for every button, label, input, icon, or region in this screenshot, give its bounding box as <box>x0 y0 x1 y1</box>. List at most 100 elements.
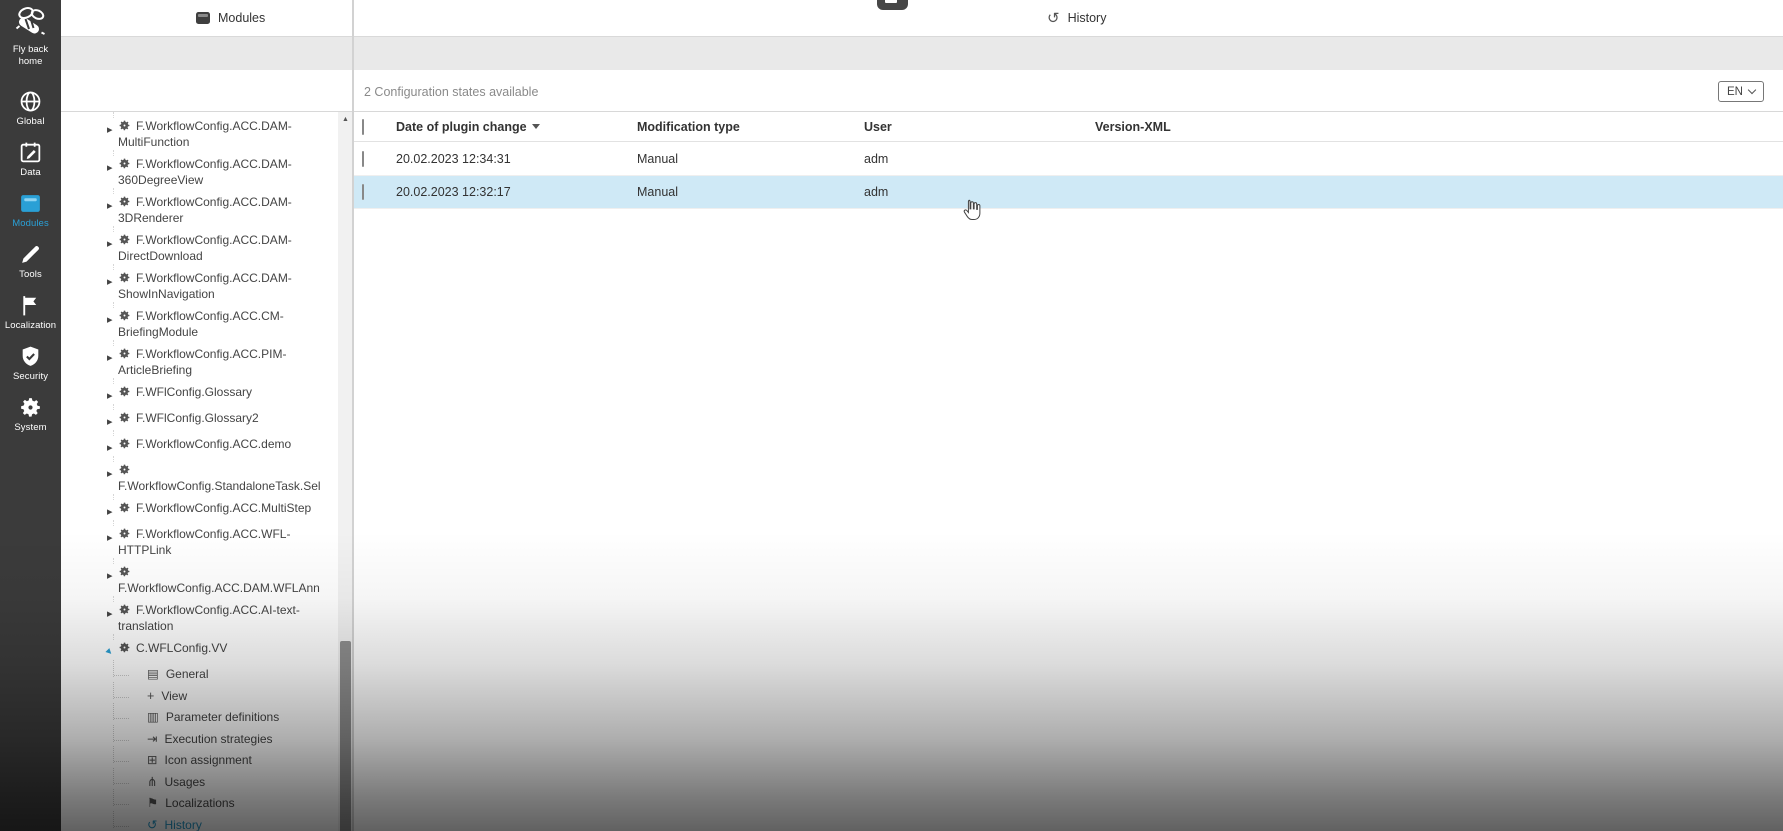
tree-item[interactable]: F.WorkflowConfig.ACC.DAM- MultiFunction <box>61 112 354 150</box>
tree-scrollbar[interactable]: ▲ <box>338 112 353 831</box>
tree-toggle-icon[interactable] <box>107 641 118 660</box>
tree-toggle-icon[interactable] <box>107 157 118 188</box>
language-selector[interactable]: EN <box>1718 81 1764 102</box>
tree-item-label: F.WFlConfig.Glossary <box>118 385 320 404</box>
tree-toggle-icon[interactable] <box>107 463 118 494</box>
tree-item[interactable]: F.WorkflowConfig.ACC.DAM- DirectDownload <box>61 226 354 264</box>
home-button[interactable]: Fly back home <box>12 5 50 68</box>
tree-item[interactable]: + View <box>61 681 354 704</box>
tree-toggle-icon[interactable] <box>107 501 118 520</box>
tree-item[interactable]: ⇥ Execution strategies <box>61 724 354 747</box>
tree-item[interactable]: ⊞ Icon assignment <box>61 746 354 768</box>
tree-item[interactable]: ⚑ Localizations <box>61 789 354 811</box>
column-header-user[interactable]: User <box>864 120 1095 134</box>
scroll-up-icon[interactable]: ▲ <box>338 116 353 123</box>
tree-item-label: ▥ Parameter definitions <box>147 710 280 724</box>
tree-item[interactable]: ▥ Parameter definitions <box>61 703 354 725</box>
column-header-version[interactable]: Version-XML <box>1095 120 1783 134</box>
tree-toggle-icon[interactable] <box>136 753 147 768</box>
sidebar-item-tools[interactable]: Tools <box>0 241 61 280</box>
sidebar: Fly back home Global Data Modules Tools … <box>0 0 61 831</box>
sidebar-label-modules: Modules <box>12 218 49 229</box>
tree-toggle-icon[interactable] <box>107 119 118 150</box>
bee-logo-icon <box>12 7 50 41</box>
tree-toggle-icon[interactable] <box>107 195 118 226</box>
row-checkbox[interactable] <box>362 150 364 167</box>
tree-item[interactable]: ▤ General <box>61 660 354 682</box>
tree-item-label: F.WorkflowConfig.ACC.demo <box>118 437 320 456</box>
tree-item-label: ↺ History <box>147 817 202 831</box>
sidebar-item-data[interactable]: Data <box>0 139 61 178</box>
gear-icon <box>118 411 131 424</box>
tree-toggle-icon[interactable] <box>136 667 147 682</box>
row-checkbox[interactable] <box>362 184 364 200</box>
sidebar-label-data: Data <box>20 167 41 178</box>
tree-toggle-icon[interactable] <box>107 565 118 596</box>
sidebar-item-modules[interactable]: Modules <box>0 190 61 229</box>
gear-icon <box>118 309 131 322</box>
tree-item[interactable]: F.WFlConfig.Glossary2 <box>61 404 354 430</box>
tree-toggle-icon[interactable] <box>107 347 118 378</box>
tree-toggle-icon[interactable] <box>107 309 118 340</box>
tree-item[interactable]: C.WFLConfig.VV <box>61 634 354 660</box>
tree-toggle-icon[interactable] <box>136 817 147 831</box>
tree-item[interactable]: ⋔ Usages <box>61 767 354 790</box>
tree-toggle-icon[interactable] <box>107 271 118 302</box>
tab-modules[interactable]: Modules <box>196 0 265 36</box>
tree-toggle-icon[interactable] <box>136 731 147 747</box>
history-table: Date of plugin change Modification type … <box>354 112 1783 831</box>
tree-item[interactable]: F.WFlConfig.Glossary <box>61 378 354 404</box>
gear-icon <box>118 271 131 284</box>
tree-toggle-icon[interactable] <box>107 437 118 456</box>
scrollbar-thumb[interactable] <box>340 641 351 831</box>
sidebar-label-system: System <box>14 422 47 433</box>
tree-item-label: + View <box>147 688 188 703</box>
tree-toggle-icon[interactable] <box>107 411 118 430</box>
sidebar-item-system[interactable]: System <box>0 394 61 433</box>
sidebar-item-security[interactable]: Security <box>0 343 61 382</box>
tree-item-label: F.WorkflowConfig.ACC.DAM- MultiFunction <box>118 119 292 149</box>
logo-label-line2: home <box>18 56 43 67</box>
config-tree-panel: F.WorkflowConfig.ACC.DAM- MultiFunction … <box>61 112 354 831</box>
column-header-date[interactable]: Date of plugin change <box>396 120 637 134</box>
tree-item[interactable]: F.WorkflowConfig.StandaloneTask.SelectE <box>61 456 354 494</box>
pencil-icon <box>0 241 61 268</box>
tab-modules-label: Modules <box>218 11 266 25</box>
tree-toggle-icon[interactable] <box>136 710 147 725</box>
tree-toggle-icon[interactable] <box>136 688 147 704</box>
tree-item[interactable]: F.WorkflowConfig.ACC.PIM- ArticleBriefin… <box>61 340 354 378</box>
tree-item[interactable]: F.WorkflowConfig.ACC.DAM- ShowInNavigati… <box>61 264 354 302</box>
select-all-checkbox[interactable] <box>362 118 364 135</box>
tree-toggle-icon[interactable] <box>107 527 118 558</box>
table-icon: ▥ <box>147 710 159 724</box>
tree-item-label: F.WorkflowConfig.ACC.MultiStep <box>118 501 320 520</box>
tree-toggle-icon[interactable] <box>136 774 147 790</box>
tree-item-label: C.WFLConfig.VV <box>118 641 320 660</box>
tree-item[interactable]: F.WorkflowConfig.ACC.AI-text- translatio… <box>61 596 354 634</box>
tree-toggle-icon[interactable] <box>107 233 118 264</box>
tree-toggle-icon[interactable] <box>107 603 118 634</box>
sort-desc-icon <box>531 123 540 129</box>
tab-history[interactable]: ↺ History <box>1047 0 1106 36</box>
sidebar-item-localization[interactable]: Localization <box>0 292 61 331</box>
tree-item[interactable]: ↺ History <box>61 810 354 831</box>
table-row[interactable]: 20.02.2023 12:32:17 Manual adm <box>354 176 1783 209</box>
column-header-type[interactable]: Modification type <box>637 120 864 134</box>
tree-toggle-icon[interactable] <box>107 385 118 404</box>
tree-item[interactable]: F.WorkflowConfig.ACC.DAM.WFLAnnotat <box>61 558 354 596</box>
tree-item-label: ▤ General <box>147 667 209 681</box>
gear-icon <box>118 119 131 132</box>
cell-date: 20.02.2023 12:34:31 <box>396 151 511 166</box>
tree-item[interactable]: F.WorkflowConfig.ACC.WFL- HTTPLink <box>61 520 354 558</box>
tree-toggle-icon[interactable] <box>136 796 147 811</box>
tree-item[interactable]: F.WorkflowConfig.ACC.MultiStep <box>61 494 354 520</box>
table-row[interactable]: 20.02.2023 12:34:31 Manual adm <box>354 142 1783 176</box>
tree-item[interactable]: F.WorkflowConfig.ACC.CM- BriefingModule <box>61 302 354 340</box>
cell-user: adm <box>864 151 889 166</box>
sidebar-item-global[interactable]: Global <box>0 88 61 127</box>
tree-item[interactable]: F.WorkflowConfig.ACC.DAM- 360DegreeView <box>61 150 354 188</box>
tree-item-label: ⇥ Execution strategies <box>147 731 273 746</box>
gear-icon <box>118 527 131 540</box>
tree-item[interactable]: F.WorkflowConfig.ACC.demo <box>61 430 354 456</box>
tree-item[interactable]: F.WorkflowConfig.ACC.DAM- 3DRenderer <box>61 188 354 226</box>
